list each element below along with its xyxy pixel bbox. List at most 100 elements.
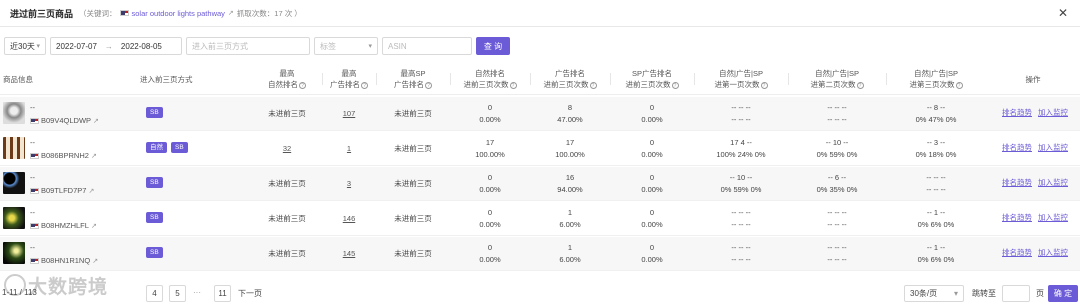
label-select[interactable]: 标签 ▾: [314, 37, 378, 55]
natural-count-cell: 0 0.00%: [479, 243, 501, 264]
next-page[interactable]: 下一页: [238, 288, 262, 299]
table-row: -- B09TLFD7P7 ↗ SB 未进前三页 3 未进前三页 0 0.00% …: [0, 167, 1080, 201]
best-sp-cell: 未进前三页: [394, 214, 432, 223]
pagination: 1-11 / 113 4 5 ··· 11 下一页 30条/页 ▾ 跳转至 页 确…: [0, 285, 1080, 305]
external-link-icon[interactable]: ↗: [88, 187, 94, 195]
keyword-prefix: （关键词：: [79, 8, 117, 18]
page2-cell: -- 6 -- 0% 35% 0%: [816, 173, 858, 194]
product-name[interactable]: --: [30, 173, 35, 182]
natural-count-cell: 0 0.00%: [479, 208, 501, 229]
add-monitor-link[interactable]: 加入监控: [1038, 107, 1068, 118]
product-thumbnail[interactable]: [3, 242, 25, 264]
natural-count-cell: 17 100.00%: [475, 138, 505, 159]
col-page1[interactable]: 自然|广告|SP 进第一页次数?: [694, 63, 788, 95]
product-asin[interactable]: B09V4QLDWP ↗: [30, 116, 99, 125]
rank-trend-link[interactable]: 排名趋势: [1002, 247, 1032, 258]
search-button[interactable]: 查 询: [476, 37, 510, 55]
ad-count-cell: 16 94.00%: [557, 173, 583, 194]
table-row: -- B09V4QLDWP ↗ SB 未进前三页 107 未进前三页 0 0.00…: [0, 97, 1080, 131]
jump-input[interactable]: [1002, 285, 1030, 302]
product-asin[interactable]: B09TLFD7P7 ↗: [30, 186, 94, 195]
page3-cell: -- 1 -- 0% 6% 0%: [917, 208, 955, 229]
table-row: -- B086BPRNH2 ↗ 自然 SB 32 1 未进前三页 17 100.00…: [0, 132, 1080, 166]
us-flag-icon: [30, 152, 39, 159]
external-link-icon[interactable]: ↗: [92, 257, 98, 265]
best-ad-cell[interactable]: 3: [322, 167, 376, 201]
date-start: 2022-07-07: [56, 41, 97, 51]
sp-count-cell: 0 0.00%: [641, 138, 663, 159]
col-page3[interactable]: 自然|广告|SP 进第三页次数?: [886, 63, 986, 95]
product-thumbnail[interactable]: [3, 137, 25, 159]
keyword-link[interactable]: solar outdoor lights pathway: [132, 9, 225, 18]
best-ad-cell[interactable]: 107: [322, 97, 376, 131]
external-link-icon[interactable]: ↗: [93, 117, 99, 125]
rank-trend-link[interactable]: 排名趋势: [1002, 107, 1032, 118]
natural-count-cell: 0 0.00%: [479, 103, 501, 124]
page-4[interactable]: 4: [146, 285, 163, 302]
rank-trend-link[interactable]: 排名趋势: [1002, 142, 1032, 153]
help-icon: ?: [589, 81, 597, 89]
best-ad-cell[interactable]: 145: [322, 237, 376, 271]
help-icon: ?: [856, 81, 864, 89]
page-11[interactable]: 11: [214, 285, 231, 302]
product-thumbnail[interactable]: [3, 102, 25, 124]
col-page2[interactable]: 自然|广告|SP 进第二页次数?: [788, 63, 886, 95]
date-range-picker[interactable]: 2022-07-07 → 2022-08-05: [50, 37, 182, 55]
page-size-select[interactable]: 30条/页 ▾: [904, 285, 964, 302]
row-actions: 排名趋势 加入监控: [1002, 107, 1068, 118]
help-icon: ?: [299, 81, 306, 89]
best-sp-cell: 未进前三页: [394, 144, 432, 153]
product-asin[interactable]: B08HN1R1NQ ↗: [30, 256, 98, 265]
product-name[interactable]: --: [30, 243, 35, 252]
table-row: -- B08HMZHLFL ↗ SB 未进前三页 146 未进前三页 0 0.00…: [0, 202, 1080, 236]
confirm-button[interactable]: 确 定: [1048, 285, 1078, 302]
best-ad-cell[interactable]: 146: [322, 202, 376, 236]
period-value: 近30天: [10, 41, 35, 51]
close-icon[interactable]: ✕: [1058, 6, 1068, 20]
col-best-natural[interactable]: 最高 自然排名?: [250, 63, 324, 95]
product-thumbnail[interactable]: [3, 207, 25, 229]
us-flag-icon: [30, 117, 39, 124]
external-link-icon[interactable]: ↗: [228, 9, 234, 17]
modal-title: 进过前三页商品: [10, 8, 74, 19]
chevron-down-icon: ▾: [368, 43, 372, 50]
ad-count-cell: 1 6.00%: [559, 208, 581, 229]
best-natural-cell[interactable]: 32: [250, 132, 324, 166]
product-thumbnail[interactable]: [3, 172, 25, 194]
rank-trend-link[interactable]: 排名趋势: [1002, 212, 1032, 223]
sp-count-cell: 0 0.00%: [641, 103, 663, 124]
product-name[interactable]: --: [30, 103, 35, 112]
col-ops: 操作: [1025, 74, 1041, 84]
rank-trend-link[interactable]: 排名趋势: [1002, 177, 1032, 188]
period-select[interactable]: 近30天 ▾: [4, 37, 46, 55]
best-ad-cell[interactable]: 1: [322, 132, 376, 166]
col-ad-count[interactable]: 广告排名 进前三页次数?: [530, 63, 610, 95]
external-link-icon[interactable]: ↗: [91, 152, 97, 160]
page-ellipsis[interactable]: ···: [193, 288, 201, 297]
page-5[interactable]: 5: [169, 285, 186, 302]
col-sp-count[interactable]: SP广告排名 进前三页次数?: [610, 63, 694, 95]
product-asin[interactable]: B08HMZHLFL ↗: [30, 221, 97, 230]
method-tag: SB: [171, 142, 188, 153]
sp-count-cell: 0 0.00%: [641, 173, 663, 194]
col-best-sp[interactable]: 最高SP 广告排名?: [376, 63, 450, 95]
method-tag: 自然: [146, 142, 167, 153]
asin-input[interactable]: ASIN: [382, 37, 472, 55]
best-natural-cell: 未进前三页: [268, 249, 306, 258]
product-name[interactable]: --: [30, 138, 35, 147]
add-monitor-link[interactable]: 加入监控: [1038, 142, 1068, 153]
product-asin[interactable]: B086BPRNH2 ↗: [30, 151, 97, 160]
filter-bar: 近30天 ▾ 2022-07-07 → 2022-08-05 进入前三页方式 标…: [4, 37, 510, 55]
page-unit: 页: [1036, 289, 1044, 298]
method-tags: SB: [146, 212, 163, 223]
natural-count-cell: 0 0.00%: [479, 173, 501, 194]
product-name[interactable]: --: [30, 208, 35, 217]
method-select[interactable]: 进入前三页方式: [186, 37, 310, 55]
add-monitor-link[interactable]: 加入监控: [1038, 212, 1068, 223]
external-link-icon[interactable]: ↗: [91, 222, 97, 230]
add-monitor-link[interactable]: 加入监控: [1038, 247, 1068, 258]
col-best-ad[interactable]: 最高 广告排名?: [322, 63, 376, 95]
col-natural-count[interactable]: 自然排名 进前三页次数?: [450, 63, 530, 95]
ad-count-cell: 8 47.00%: [557, 103, 583, 124]
add-monitor-link[interactable]: 加入监控: [1038, 177, 1068, 188]
